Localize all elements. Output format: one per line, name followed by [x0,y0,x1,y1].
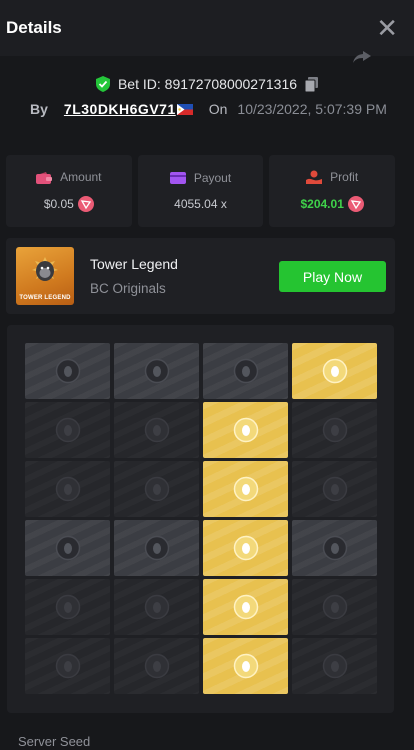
egg-icon [55,653,80,679]
shield-check-icon [95,76,110,92]
egg-icon [144,358,169,384]
tron-coin-icon [77,196,94,212]
bet-meta-row: By 7L30DKH6GV71 On 10/23/2022, 5:07:39 P… [30,101,387,117]
tile-grid [25,343,377,694]
tile-revealed [203,343,288,399]
page-title: Details [6,18,62,37]
tile-gold [203,638,288,694]
egg-icon [322,358,347,384]
egg-icon [322,594,347,620]
egg-icon [55,594,80,620]
egg-icon [55,417,80,443]
egg-icon [144,535,169,561]
by-label: By [30,101,48,117]
server-seed-label: Server Seed [18,734,91,749]
egg-icon [322,535,347,561]
tile-hidden [114,638,199,694]
tile-hidden [292,461,377,517]
tile-hidden [25,402,110,458]
stat-amount: Amount $0.05 [6,155,132,227]
tile-hidden [292,579,377,635]
tron-coin-icon [347,196,364,212]
egg-icon [233,358,258,384]
egg-icon [233,476,258,502]
bet-id-value: 89172708000271316 [164,76,298,92]
close-icon[interactable]: ✕ [376,15,398,41]
egg-icon [322,653,347,679]
stat-value: 4055.04 x [174,197,227,211]
egg-icon [233,535,258,561]
tile-gold [203,402,288,458]
game-board [7,325,394,713]
tile-hidden [114,579,199,635]
egg-icon [144,417,169,443]
stat-label: Payout [193,171,232,185]
stat-profit: Profit $204.01 [269,155,396,227]
egg-icon [55,476,80,502]
username-link[interactable]: 7L30DKH6GV71 [64,101,176,117]
tile-hidden [25,579,110,635]
tile-hidden [25,638,110,694]
tile-revealed [25,343,110,399]
wallet-icon [36,171,53,184]
bet-date: 10/23/2022, 5:07:39 PM [237,101,387,117]
tile-gold [292,343,377,399]
tile-hidden [114,402,199,458]
bet-id-row: Bet ID: 89172708000271316 [0,76,414,92]
card-icon [169,172,186,184]
tile-hidden [25,461,110,517]
stat-value: $0.05 [43,197,74,211]
tile-revealed [114,343,199,399]
egg-icon [322,417,347,443]
copy-icon[interactable] [305,76,319,92]
bet-id-label: Bet ID: [117,76,161,92]
tile-revealed [292,520,377,576]
share-icon[interactable] [352,50,372,64]
egg-icon [144,476,169,502]
tile-revealed [25,520,110,576]
tile-hidden [114,461,199,517]
egg-icon [233,417,258,443]
stat-value: $204.01 [300,197,344,211]
profit-icon [306,170,323,184]
tile-gold [203,579,288,635]
details-header: Details ✕ [0,0,414,56]
egg-icon [233,594,258,620]
game-card: TOWER LEGEND Tower Legend BC Originals P… [6,238,395,314]
egg-icon [144,653,169,679]
tile-gold [203,520,288,576]
egg-icon [233,653,258,679]
tile-revealed [114,520,199,576]
play-now-button[interactable]: Play Now [279,261,386,292]
egg-icon [144,594,169,620]
gorilla-icon [32,257,58,281]
game-thumbnail[interactable]: TOWER LEGEND [16,247,74,305]
tile-hidden [292,402,377,458]
on-label: On [208,101,228,117]
bet-stats: Amount $0.05 Payout 4055.04 x Profit $20… [6,155,396,227]
tile-hidden [292,638,377,694]
egg-icon [322,476,347,502]
egg-icon [55,358,80,384]
stat-label: Profit [330,170,359,184]
thumbnail-text: TOWER LEGEND [19,295,71,301]
egg-icon [55,535,80,561]
tile-gold [203,461,288,517]
philippines-flag-icon [176,103,193,115]
stat-label: Amount [60,170,102,184]
stat-payout: Payout 4055.04 x [137,155,264,227]
